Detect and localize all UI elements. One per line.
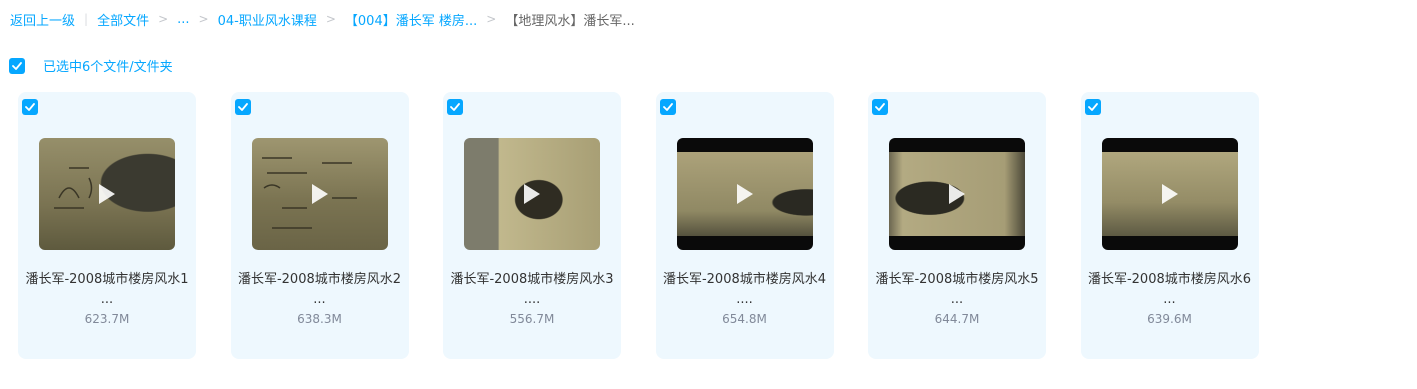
file-checkbox[interactable]	[447, 99, 463, 115]
file-card[interactable]: 潘长军-2008城市楼房风水1 ... 623.7M	[18, 92, 196, 359]
file-name[interactable]: 潘长军-2008城市楼房风水4 ....	[662, 270, 828, 310]
select-all-checkbox[interactable]	[9, 57, 25, 74]
play-icon	[736, 184, 753, 204]
check-icon	[1087, 103, 1098, 111]
file-size: 638.3M	[297, 312, 342, 326]
check-icon	[450, 103, 460, 111]
chevron-right-icon: >	[325, 12, 336, 26]
file-name[interactable]: 潘长军-2008城市楼房风水6 ...	[1087, 270, 1253, 310]
check-icon	[875, 103, 885, 111]
file-card[interactable]: 潘长军-2008城市楼房风水5 ... 644.7M	[868, 92, 1046, 359]
chevron-right-icon: >	[486, 12, 497, 26]
file-checkbox[interactable]	[872, 99, 888, 115]
file-size: 556.7M	[509, 312, 555, 326]
file-checkbox[interactable]	[22, 99, 38, 115]
file-checkbox[interactable]	[1084, 99, 1101, 115]
chevron-right-icon: >	[158, 12, 169, 26]
play-icon	[99, 184, 115, 204]
breadcrumb-current: 【地理风水】潘长军...	[505, 13, 635, 29]
file-checkbox[interactable]	[234, 99, 251, 115]
file-name[interactable]: 潘长军-2008城市楼房风水1 ...	[24, 270, 190, 310]
file-card[interactable]: 潘长军-2008城市楼房风水4 .... 654.8M	[655, 92, 834, 359]
file-grid: 潘长军-2008城市楼房风水1 ... 623.7M 潘长军-2008城市楼房风…	[18, 92, 1293, 359]
selection-count-label: 已选中6个文件/文件夹	[43, 60, 173, 75]
check-icon	[662, 103, 673, 111]
check-icon	[237, 103, 248, 111]
breadcrumb-ellipsis[interactable]: ...	[177, 12, 189, 27]
file-card[interactable]: 潘长军-2008城市楼房风水3 .... 556.7M	[443, 92, 621, 359]
breadcrumb-level-2[interactable]: 【004】潘长军 楼房...	[345, 10, 477, 29]
breadcrumb-level-1[interactable]: 04-职业风水课程	[218, 10, 317, 29]
file-size: 644.7M	[934, 312, 980, 326]
video-thumbnail[interactable]	[676, 138, 813, 250]
chevron-right-icon: >	[198, 12, 209, 26]
breadcrumb-divider: |	[84, 12, 89, 26]
file-name[interactable]: 潘长军-2008城市楼房风水3 ....	[449, 270, 615, 310]
file-size: 654.8M	[722, 312, 767, 326]
video-thumbnail[interactable]	[1101, 138, 1238, 250]
breadcrumb: 返回上一级 | 全部文件 > ... > 04-职业风水课程 > 【004】潘长…	[10, 9, 635, 29]
play-icon	[524, 184, 540, 204]
play-icon	[1161, 184, 1178, 204]
file-card[interactable]: 潘长军-2008城市楼房风水2 ... 638.3M	[230, 92, 409, 359]
selection-bar: 已选中6个文件/文件夹	[9, 56, 173, 75]
check-icon	[25, 103, 35, 111]
file-name[interactable]: 潘长军-2008城市楼房风水5 ...	[874, 270, 1040, 310]
breadcrumb-root[interactable]: 全部文件	[97, 10, 149, 29]
file-size: 639.6M	[1147, 312, 1192, 326]
file-card[interactable]: 潘长军-2008城市楼房风水6 ... 639.6M	[1080, 92, 1259, 359]
play-icon	[311, 184, 328, 204]
file-size: 623.7M	[84, 312, 130, 326]
check-icon	[12, 61, 22, 70]
video-thumbnail[interactable]	[251, 138, 388, 250]
video-thumbnail[interactable]	[889, 138, 1025, 250]
video-thumbnail[interactable]	[39, 138, 175, 250]
back-link[interactable]: 返回上一级	[10, 10, 75, 29]
play-icon	[949, 184, 965, 204]
file-checkbox[interactable]	[659, 99, 676, 115]
file-name[interactable]: 潘长军-2008城市楼房风水2 ...	[237, 270, 403, 310]
video-thumbnail[interactable]	[464, 138, 600, 250]
